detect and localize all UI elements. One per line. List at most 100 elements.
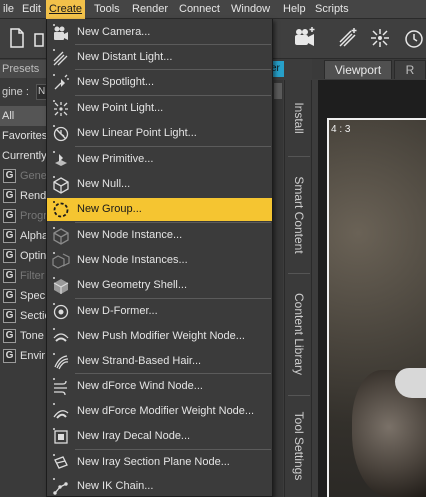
group-badge-icon: G	[3, 309, 16, 323]
render-preset-label: Optin	[20, 250, 47, 262]
tab-tool-settings[interactable]: Tool Settings	[285, 396, 313, 496]
distant-light-tool-icon[interactable]	[336, 26, 360, 50]
menu-item-node-instance[interactable]: New Node Instance...	[47, 224, 272, 247]
point-light-icon	[52, 100, 70, 118]
render-preset-item[interactable]: G Spec	[0, 286, 47, 306]
menu-item-label: New IK Chain...	[77, 480, 154, 492]
render-preset-item[interactable]: G Envir	[0, 346, 47, 366]
node-instances-icon	[52, 252, 70, 270]
render-preset-item[interactable]: G Sectio	[0, 306, 51, 326]
menu-item-dformer[interactable]: New D-Former...	[47, 300, 272, 323]
render-preset-item[interactable]: G Optin	[0, 246, 47, 266]
menu-item-geometry-shell[interactable]: New Geometry Shell...	[47, 274, 272, 297]
render-preset-label: Gene	[20, 170, 47, 182]
menu-item-group[interactable]: New Group...	[47, 198, 272, 221]
menu-item-label: New Iray Section Plane Node...	[77, 456, 230, 468]
menu-separator	[75, 222, 271, 223]
menu-item-label: New Spotlight...	[77, 76, 155, 88]
linear-light-tool-icon[interactable]	[402, 26, 426, 50]
strand-hair-icon	[52, 353, 70, 371]
primitive-icon	[52, 151, 70, 169]
filter-favorites[interactable]: Favorites	[0, 126, 47, 146]
menu-item-label: New Node Instances...	[77, 254, 188, 266]
iray-decal-icon	[52, 428, 70, 446]
menu-item-distant-light[interactable]: New Distant Light...	[47, 46, 272, 69]
menu-item-label: New Distant Light...	[77, 51, 173, 63]
render-preset-item[interactable]: G Rend	[0, 186, 47, 206]
menu-tools[interactable]: Tools	[91, 0, 123, 19]
new-file-icon[interactable]	[5, 26, 29, 50]
menu-item-camera[interactable]: New Camera...	[47, 21, 272, 44]
camera-icon	[52, 24, 70, 42]
menu-item-dforce-modifier[interactable]: New dForce Modifier Weight Node...	[47, 400, 272, 423]
menu-separator	[75, 44, 271, 45]
linear-point-light-icon	[52, 125, 70, 143]
geometry-shell-icon	[52, 277, 70, 295]
tab-viewport[interactable]: Viewport	[324, 60, 392, 79]
menu-item-push-modifier[interactable]: New Push Modifier Weight Node...	[47, 325, 272, 348]
menu-item-linear-point-light[interactable]: New Linear Point Light...	[47, 122, 272, 145]
menu-item-strand-hair[interactable]: New Strand-Based Hair...	[47, 350, 272, 373]
group-badge-icon: G	[3, 289, 16, 303]
filter-all[interactable]: All	[0, 106, 47, 126]
tab-tool-settings-label: Tool Settings	[292, 411, 306, 481]
render-preset-label: Envir	[20, 350, 46, 362]
render-settings-panel: Presets gine : N All Favorites Currently…	[0, 60, 51, 497]
group-badge-icon: G	[3, 329, 16, 343]
render-preset-item[interactable]: G Gene	[0, 166, 47, 186]
menu-edit[interactable]: Edit	[19, 0, 44, 19]
render-preset-item[interactable]: G Alpha	[0, 226, 48, 246]
menu-item-label: New Linear Point Light...	[77, 127, 197, 139]
tab-smart-content-label: Smart Content	[292, 175, 306, 254]
menu-item-iray-section-plane[interactable]: New Iray Section Plane Node...	[47, 451, 272, 474]
tab-install[interactable]: Install	[285, 80, 313, 155]
menu-separator	[75, 298, 271, 299]
menu-connect[interactable]: Connect	[176, 0, 223, 19]
group-badge-icon: G	[3, 169, 16, 183]
menu-item-label: New Node Instance...	[77, 229, 183, 241]
menu-item-label: New Strand-Based Hair...	[77, 355, 202, 367]
point-light-tool-icon[interactable]	[368, 26, 392, 50]
menu-window[interactable]: Window	[228, 0, 273, 19]
menu-item-primitive[interactable]: New Primitive...	[47, 148, 272, 171]
group-badge-icon: G	[3, 269, 16, 283]
menu-separator	[75, 449, 271, 450]
viewport-tab-bar: Viewport R	[312, 59, 426, 79]
menu-help[interactable]: Help	[280, 0, 309, 19]
menu-item-iray-decal[interactable]: New Iray Decal Node...	[47, 425, 272, 448]
render-preset-item[interactable]: G Tone	[0, 326, 47, 346]
camera-tool-icon[interactable]	[292, 26, 316, 50]
group-badge-icon: G	[3, 229, 16, 243]
menu-create[interactable]: Create	[46, 0, 86, 19]
menu-item-point-light[interactable]: New Point Light...	[47, 97, 272, 120]
tab-smart-content[interactable]: Smart Content	[285, 157, 313, 272]
menu-item-label: New Group...	[77, 203, 142, 215]
render-preset-item[interactable]: G Filter	[0, 266, 47, 286]
menu-item-spotlight[interactable]: New Spotlight...	[47, 71, 272, 94]
tab-render[interactable]: R	[394, 60, 426, 79]
menu-item-node-instances[interactable]: New Node Instances...	[47, 249, 272, 272]
menu-render[interactable]: Render	[129, 0, 171, 19]
tab-presets[interactable]: Presets	[0, 60, 47, 78]
tab-content-library-label: Content Library	[292, 292, 306, 376]
menu-item-ik-chain[interactable]: New IK Chain...	[47, 475, 272, 496]
push-modifier-icon	[52, 328, 70, 346]
menu-file[interactable]: ile	[0, 0, 17, 19]
group-icon	[52, 201, 70, 219]
dformer-icon	[52, 303, 70, 321]
tab-content-library[interactable]: Content Library	[285, 274, 313, 394]
menu-item-label: New Geometry Shell...	[77, 279, 188, 291]
filter-currently[interactable]: Currently	[0, 146, 47, 166]
menu-item-label: New dForce Wind Node...	[77, 380, 203, 392]
render-preset-item[interactable]: G Progr	[0, 206, 47, 226]
engine-label: gine :	[2, 86, 29, 98]
group-badge-icon: G	[3, 189, 16, 203]
menu-scripts[interactable]: Scripts	[312, 0, 352, 19]
open-file-icon[interactable]	[33, 26, 45, 50]
menu-item-label: New D-Former...	[77, 305, 158, 317]
menu-item-null[interactable]: New Null...	[47, 173, 272, 196]
menu-item-label: New Camera...	[77, 26, 151, 38]
scrollbar-thumb[interactable]	[274, 83, 282, 99]
menu-item-dforce-wind[interactable]: New dForce Wind Node...	[47, 375, 272, 398]
panel-scrollbar[interactable]	[273, 80, 283, 497]
